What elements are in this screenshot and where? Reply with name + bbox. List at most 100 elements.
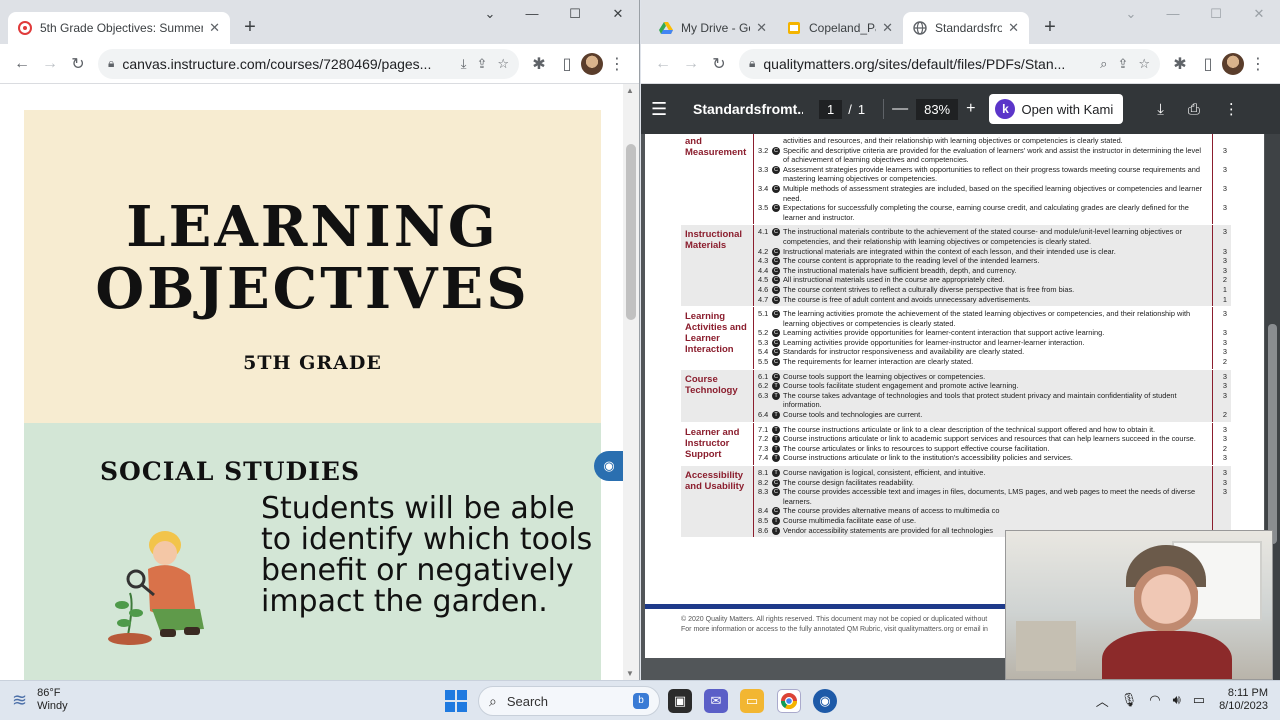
kami-logo-icon: k <box>995 99 1016 119</box>
close-tab-icon[interactable]: ✕ <box>882 20 893 36</box>
specific-standard: 4.2 C Instructional materials are integrat… <box>758 247 1227 257</box>
kebab-menu-icon[interactable]: ⋮ <box>1244 50 1272 78</box>
open-with-kami-button[interactable]: k Open with Kami <box>989 94 1124 124</box>
scroll-up-icon[interactable]: ▲ <box>626 86 634 95</box>
profile-avatar[interactable] <box>1222 52 1244 75</box>
tab-copeland-payroll[interactable]: Copeland_Payr ✕ <box>777 12 903 44</box>
course-c-badge-icon: C <box>772 507 780 516</box>
technology-t-badge-icon: T <box>772 516 780 525</box>
tab-standards-pdf[interactable]: Standardsfrom ✕ <box>903 12 1029 44</box>
general-standard-name: Course Technology <box>685 373 738 396</box>
minimize-icon[interactable]: — <box>1163 6 1183 21</box>
standard-points: 1 <box>1222 284 1227 294</box>
extensions-puzzle-icon[interactable]: ✱ <box>525 50 553 78</box>
maximize-icon[interactable]: ☐ <box>565 6 585 22</box>
reload-icon[interactable]: ↻ <box>64 50 92 78</box>
taskbar-search[interactable]: ⌕ Search b <box>478 686 660 716</box>
share-icon[interactable]: ⇪ <box>1117 56 1128 72</box>
specific-standard: 6.1 C Course tools support the learning ob… <box>758 372 1227 382</box>
close-tab-icon[interactable]: ✕ <box>1008 20 1019 36</box>
side-panel-icon[interactable]: ▯ <box>1194 50 1222 78</box>
pdf-more-icon[interactable]: ⋮ <box>1224 100 1239 118</box>
wifi-icon[interactable]: ◠ <box>1149 692 1160 708</box>
standard-points: 3 <box>1222 203 1227 213</box>
zoom-out-icon[interactable]: — <box>892 100 908 118</box>
speaker-icon[interactable]: 🔊︎ <box>1173 692 1181 708</box>
standard-text: The course design facilitates readabilit… <box>783 477 914 487</box>
page-scrollbar[interactable]: ▲ ▼ <box>623 84 639 680</box>
share-icon[interactable]: ⇪ <box>476 56 487 72</box>
clock[interactable]: 8:11 PM 8/10/2023 <box>1219 687 1268 713</box>
standard-text: All instructional materials used in the … <box>783 275 1005 285</box>
address-bar[interactable]: 🔒︎ canvas.instructure.com/courses/728046… <box>98 48 519 79</box>
chevron-up-icon[interactable]: ︿ <box>1096 691 1109 710</box>
forward-arrow-icon[interactable]: → <box>677 50 705 78</box>
standard-text: The course provides alternative means of… <box>783 506 1000 516</box>
standard-number: 4.1 <box>758 227 769 237</box>
maximize-icon[interactable]: ☐ <box>1206 6 1226 22</box>
install-icon[interactable]: ⤓ <box>461 56 467 72</box>
scroll-down-icon[interactable]: ▼ <box>626 669 634 678</box>
file-explorer-icon[interactable]: ▭ <box>740 689 764 713</box>
kebab-menu-icon[interactable]: ⋮ <box>603 50 631 78</box>
new-tab-button[interactable]: + <box>1038 16 1062 40</box>
specific-standard: 8.5 T Course multimedia facilitate ease of… <box>758 516 1208 526</box>
close-tab-icon[interactable]: ✕ <box>209 20 220 36</box>
kami-floating-button-icon[interactable]: ◉ <box>594 451 623 481</box>
download-icon[interactable]: ⤓ <box>1157 101 1164 118</box>
start-button-windows-icon[interactable] <box>445 690 467 712</box>
teams-chat-icon[interactable]: ✉ <box>704 689 728 713</box>
back-arrow-icon[interactable]: ← <box>649 50 677 78</box>
bookmark-star-icon[interactable]: ☆ <box>497 56 509 72</box>
bing-icon[interactable]: b <box>633 693 649 709</box>
close-window-icon[interactable]: ✕ <box>1249 6 1269 22</box>
weather-widget[interactable]: ≋ 86°F Windy <box>12 687 68 713</box>
close-tab-icon[interactable]: ✕ <box>756 20 767 36</box>
app-webcam-icon[interactable]: ◉ <box>813 689 837 713</box>
course-c-badge-icon: C <box>772 310 780 319</box>
hamburger-menu-icon[interactable]: ☰ <box>651 99 681 120</box>
side-panel-icon[interactable]: ▯ <box>553 50 581 78</box>
tab-canvas-objectives[interactable]: 5th Grade Objectives: Summer 2 20 ✕ <box>8 12 230 44</box>
rubric-section: Learner and Instructor Support 7.1 T The co… <box>681 422 1231 466</box>
extensions-puzzle-icon[interactable]: ✱ <box>1166 50 1194 78</box>
course-c-badge-icon: C <box>772 146 780 155</box>
profile-avatar[interactable] <box>581 52 603 75</box>
specific-standard: 8.1 T Course navigation is logical, consis… <box>758 468 1227 478</box>
tab-search-icon[interactable]: ⌄ <box>480 6 500 22</box>
technology-t-badge-icon: T <box>772 435 780 444</box>
new-tab-button[interactable]: + <box>238 16 262 40</box>
zoom-in-icon[interactable]: + <box>966 100 975 118</box>
microphone-icon[interactable]: 🎙︎ <box>1121 692 1138 708</box>
clock-time: 8:11 PM <box>1227 687 1268 699</box>
chrome-icon[interactable] <box>777 689 801 713</box>
standard-number: 4.3 <box>758 256 769 266</box>
address-bar[interactable]: 🔒︎ qualitymatters.org/sites/default/file… <box>739 48 1160 79</box>
task-view-icon[interactable]: ▣ <box>668 689 692 713</box>
bookmark-star-icon[interactable]: ☆ <box>1138 56 1150 72</box>
rubric-section: Instructional Materials 4.1 C The instructi… <box>681 225 1231 308</box>
close-window-icon[interactable]: ✕ <box>608 6 628 22</box>
print-icon[interactable]: ⎙ <box>1188 101 1200 118</box>
pdf-scrollbar-thumb[interactable] <box>1268 324 1277 544</box>
specific-standard: 6.4 T Course tools and technologies are cu… <box>758 410 1227 420</box>
tab-google-drive[interactable]: My Drive - Goo ✕ <box>649 12 777 44</box>
minimize-icon[interactable]: — <box>522 6 542 21</box>
specific-standard: 4.5 C All instructional materials used in … <box>758 275 1227 285</box>
back-arrow-icon[interactable]: ← <box>8 50 36 78</box>
standard-items: 4.1 C The instructional materials contribu… <box>753 225 1227 307</box>
standard-points: 2 <box>1222 410 1227 420</box>
standard-number: 4.7 <box>758 294 769 304</box>
battery-icon[interactable]: ▭ <box>1193 692 1205 708</box>
tab-search-icon[interactable]: ⌄ <box>1121 6 1141 22</box>
rubric-section: Learning Activities and Learner Interact… <box>681 307 1231 370</box>
zoom-search-icon[interactable]: ⌕ <box>1100 56 1107 72</box>
url-text: qualitymatters.org/sites/default/files/P… <box>763 55 1066 72</box>
standard-number: 7.4 <box>758 453 769 463</box>
zoom-level-input[interactable]: 83% <box>916 98 959 120</box>
scrollbar-thumb[interactable] <box>626 144 636 320</box>
standard-points: 3 <box>1222 183 1227 193</box>
forward-arrow-icon[interactable]: → <box>36 50 64 78</box>
page-number-input[interactable]: 1 <box>819 99 843 119</box>
reload-icon[interactable]: ↻ <box>705 50 733 78</box>
